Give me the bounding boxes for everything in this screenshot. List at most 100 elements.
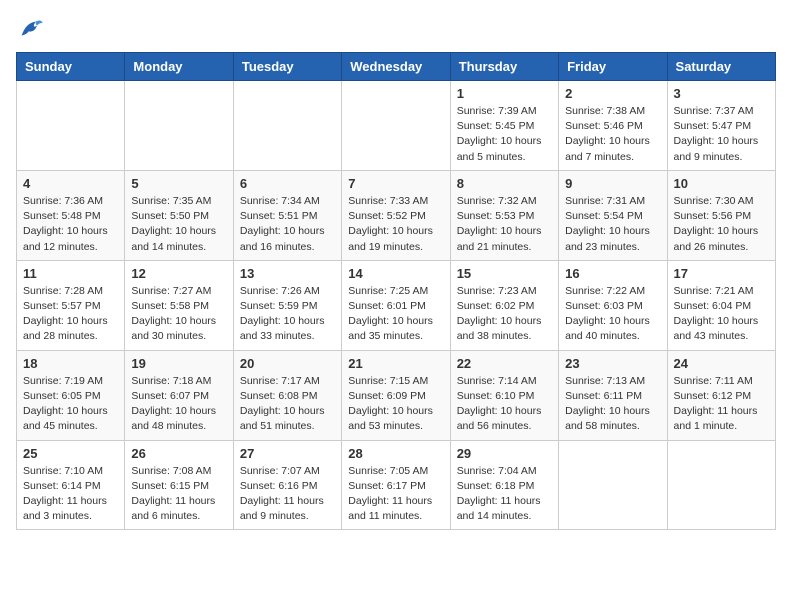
day-info: Sunrise: 7:19 AM Sunset: 6:05 PM Dayligh… bbox=[23, 374, 118, 435]
calendar-cell: 20 Sunrise: 7:17 AM Sunset: 6:08 PM Dayli… bbox=[233, 350, 341, 440]
day-info: Sunrise: 7:30 AM Sunset: 5:56 PM Dayligh… bbox=[674, 194, 769, 255]
day-number: 29 bbox=[457, 446, 552, 461]
calendar-week-row: 18 Sunrise: 7:19 AM Sunset: 6:05 PM Dayli… bbox=[17, 350, 776, 440]
day-info: Sunrise: 7:27 AM Sunset: 5:58 PM Dayligh… bbox=[131, 284, 226, 345]
day-number: 27 bbox=[240, 446, 335, 461]
day-number: 12 bbox=[131, 266, 226, 281]
day-info: Sunrise: 7:33 AM Sunset: 5:52 PM Dayligh… bbox=[348, 194, 443, 255]
day-info: Sunrise: 7:14 AM Sunset: 6:10 PM Dayligh… bbox=[457, 374, 552, 435]
day-number: 7 bbox=[348, 176, 443, 191]
day-info: Sunrise: 7:04 AM Sunset: 6:18 PM Dayligh… bbox=[457, 464, 552, 525]
weekday-header-wednesday: Wednesday bbox=[342, 53, 450, 81]
calendar-cell bbox=[667, 440, 775, 530]
calendar-cell: 10 Sunrise: 7:30 AM Sunset: 5:56 PM Dayli… bbox=[667, 170, 775, 260]
calendar-cell: 24 Sunrise: 7:11 AM Sunset: 6:12 PM Dayli… bbox=[667, 350, 775, 440]
day-info: Sunrise: 7:08 AM Sunset: 6:15 PM Dayligh… bbox=[131, 464, 226, 525]
calendar-cell: 26Sunrise: 7:08 AM Sunset: 6:15 PM Dayli… bbox=[125, 440, 233, 530]
day-info: Sunrise: 7:32 AM Sunset: 5:53 PM Dayligh… bbox=[457, 194, 552, 255]
day-number: 1 bbox=[457, 86, 552, 101]
calendar-week-row: 25 Sunrise: 7:10 AM Sunset: 6:14 PM Dayli… bbox=[17, 440, 776, 530]
day-number: 9 bbox=[565, 176, 660, 191]
day-info: Sunrise: 7:35 AM Sunset: 5:50 PM Dayligh… bbox=[131, 194, 226, 255]
day-number: 24 bbox=[674, 356, 769, 371]
day-number: 25 bbox=[23, 446, 118, 461]
calendar-cell: 8 Sunrise: 7:32 AM Sunset: 5:53 PM Daylig… bbox=[450, 170, 558, 260]
day-info: Sunrise: 7:34 AM Sunset: 5:51 PM Dayligh… bbox=[240, 194, 335, 255]
day-number: 6 bbox=[240, 176, 335, 191]
calendar-week-row: 1 Sunrise: 7:39 AM Sunset: 5:45 PM Daylig… bbox=[17, 81, 776, 171]
calendar-cell: 25 Sunrise: 7:10 AM Sunset: 6:14 PM Dayli… bbox=[17, 440, 125, 530]
day-number: 18 bbox=[23, 356, 118, 371]
calendar-cell: 12 Sunrise: 7:27 AM Sunset: 5:58 PM Dayli… bbox=[125, 260, 233, 350]
weekday-header-saturday: Saturday bbox=[667, 53, 775, 81]
day-info: Sunrise: 7:22 AM Sunset: 6:03 PM Dayligh… bbox=[565, 284, 660, 345]
day-number: 14 bbox=[348, 266, 443, 281]
day-number: 13 bbox=[240, 266, 335, 281]
calendar-cell: 28 Sunrise: 7:05 AM Sunset: 6:17 PM Dayli… bbox=[342, 440, 450, 530]
day-info: Sunrise: 7:07 AM Sunset: 6:16 PM Dayligh… bbox=[240, 464, 335, 525]
day-info: Sunrise: 7:37 AM Sunset: 5:47 PM Dayligh… bbox=[674, 104, 769, 165]
day-info: Sunrise: 7:25 AM Sunset: 6:01 PM Dayligh… bbox=[348, 284, 443, 345]
day-info: Sunrise: 7:10 AM Sunset: 6:14 PM Dayligh… bbox=[23, 464, 118, 525]
calendar-cell: 1 Sunrise: 7:39 AM Sunset: 5:45 PM Daylig… bbox=[450, 81, 558, 171]
calendar-cell: 4 Sunrise: 7:36 AM Sunset: 5:48 PM Daylig… bbox=[17, 170, 125, 260]
day-number: 19 bbox=[131, 356, 226, 371]
page-header bbox=[16, 16, 776, 44]
day-info: Sunrise: 7:36 AM Sunset: 5:48 PM Dayligh… bbox=[23, 194, 118, 255]
day-info: Sunrise: 7:13 AM Sunset: 6:11 PM Dayligh… bbox=[565, 374, 660, 435]
calendar-cell: 14 Sunrise: 7:25 AM Sunset: 6:01 PM Dayli… bbox=[342, 260, 450, 350]
calendar-cell: 6 Sunrise: 7:34 AM Sunset: 5:51 PM Daylig… bbox=[233, 170, 341, 260]
calendar-week-row: 11 Sunrise: 7:28 AM Sunset: 5:57 PM Dayli… bbox=[17, 260, 776, 350]
calendar-cell: 29 Sunrise: 7:04 AM Sunset: 6:18 PM Dayli… bbox=[450, 440, 558, 530]
day-number: 3 bbox=[674, 86, 769, 101]
weekday-header-monday: Monday bbox=[125, 53, 233, 81]
day-number: 5 bbox=[131, 176, 226, 191]
weekday-header-thursday: Thursday bbox=[450, 53, 558, 81]
day-number: 21 bbox=[348, 356, 443, 371]
calendar-cell: 18 Sunrise: 7:19 AM Sunset: 6:05 PM Dayli… bbox=[17, 350, 125, 440]
calendar-cell: 23 Sunrise: 7:13 AM Sunset: 6:11 PM Dayli… bbox=[559, 350, 667, 440]
day-info: Sunrise: 7:17 AM Sunset: 6:08 PM Dayligh… bbox=[240, 374, 335, 435]
weekday-header-row: SundayMondayTuesdayWednesdayThursdayFrid… bbox=[17, 53, 776, 81]
calendar-cell: 5 Sunrise: 7:35 AM Sunset: 5:50 PM Daylig… bbox=[125, 170, 233, 260]
day-number: 17 bbox=[674, 266, 769, 281]
logo-icon bbox=[16, 16, 44, 44]
calendar-cell bbox=[342, 81, 450, 171]
weekday-header-tuesday: Tuesday bbox=[233, 53, 341, 81]
calendar-cell: 7 Sunrise: 7:33 AM Sunset: 5:52 PM Daylig… bbox=[342, 170, 450, 260]
day-number: 20 bbox=[240, 356, 335, 371]
calendar-cell: 11 Sunrise: 7:28 AM Sunset: 5:57 PM Dayli… bbox=[17, 260, 125, 350]
day-number: 8 bbox=[457, 176, 552, 191]
weekday-header-friday: Friday bbox=[559, 53, 667, 81]
calendar-cell: 3 Sunrise: 7:37 AM Sunset: 5:47 PM Daylig… bbox=[667, 81, 775, 171]
day-info: Sunrise: 7:21 AM Sunset: 6:04 PM Dayligh… bbox=[674, 284, 769, 345]
day-info: Sunrise: 7:23 AM Sunset: 6:02 PM Dayligh… bbox=[457, 284, 552, 345]
day-number: 16 bbox=[565, 266, 660, 281]
day-info: Sunrise: 7:15 AM Sunset: 6:09 PM Dayligh… bbox=[348, 374, 443, 435]
day-info: Sunrise: 7:38 AM Sunset: 5:46 PM Dayligh… bbox=[565, 104, 660, 165]
day-info: Sunrise: 7:18 AM Sunset: 6:07 PM Dayligh… bbox=[131, 374, 226, 435]
day-info: Sunrise: 7:39 AM Sunset: 5:45 PM Dayligh… bbox=[457, 104, 552, 165]
calendar-cell: 16 Sunrise: 7:22 AM Sunset: 6:03 PM Dayli… bbox=[559, 260, 667, 350]
calendar-cell: 17 Sunrise: 7:21 AM Sunset: 6:04 PM Dayli… bbox=[667, 260, 775, 350]
calendar-cell bbox=[233, 81, 341, 171]
day-info: Sunrise: 7:11 AM Sunset: 6:12 PM Dayligh… bbox=[674, 374, 769, 435]
day-number: 11 bbox=[23, 266, 118, 281]
calendar-cell: 27 Sunrise: 7:07 AM Sunset: 6:16 PM Dayli… bbox=[233, 440, 341, 530]
day-info: Sunrise: 7:05 AM Sunset: 6:17 PM Dayligh… bbox=[348, 464, 443, 525]
calendar-table: SundayMondayTuesdayWednesdayThursdayFrid… bbox=[16, 52, 776, 530]
calendar-cell: 15 Sunrise: 7:23 AM Sunset: 6:02 PM Dayli… bbox=[450, 260, 558, 350]
logo bbox=[16, 16, 48, 44]
day-info: Sunrise: 7:31 AM Sunset: 5:54 PM Dayligh… bbox=[565, 194, 660, 255]
day-info: Sunrise: 7:28 AM Sunset: 5:57 PM Dayligh… bbox=[23, 284, 118, 345]
calendar-cell: 13 Sunrise: 7:26 AM Sunset: 5:59 PM Dayli… bbox=[233, 260, 341, 350]
calendar-cell: 9 Sunrise: 7:31 AM Sunset: 5:54 PM Daylig… bbox=[559, 170, 667, 260]
day-number: 15 bbox=[457, 266, 552, 281]
day-number: 4 bbox=[23, 176, 118, 191]
day-number: 28 bbox=[348, 446, 443, 461]
day-number: 10 bbox=[674, 176, 769, 191]
day-number: 23 bbox=[565, 356, 660, 371]
calendar-cell bbox=[559, 440, 667, 530]
day-info: Sunrise: 7:26 AM Sunset: 5:59 PM Dayligh… bbox=[240, 284, 335, 345]
weekday-header-sunday: Sunday bbox=[17, 53, 125, 81]
